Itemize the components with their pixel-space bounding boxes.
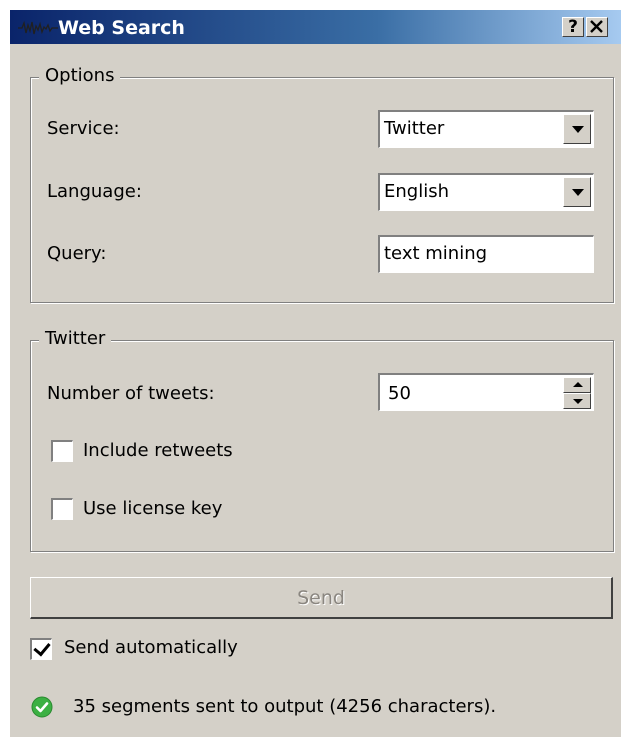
close-button[interactable] [586,17,608,37]
options-legend: Options [39,65,121,86]
service-dropdown-button[interactable] [563,114,591,144]
language-label: Language: [47,181,142,202]
send-automatically-checkbox[interactable] [30,638,52,660]
include-retweets-checkbox[interactable] [51,440,73,462]
close-icon [590,20,603,33]
tweets-label: Number of tweets: [47,383,215,404]
help-button[interactable]: ? [562,17,584,37]
check-circle-icon [31,696,53,718]
chevron-down-icon [572,189,584,196]
send-button[interactable]: Send [30,577,613,619]
checkmark-icon [33,638,51,657]
license-key-label[interactable]: Use license key [83,498,222,519]
spin-up-button[interactable] [563,377,591,393]
spin-down-button[interactable] [563,393,591,409]
service-label: Service: [47,118,120,139]
license-key-checkbox[interactable] [51,498,73,520]
language-select[interactable]: English [378,173,594,211]
options-group: Options Service: Twitter Language: Engli… [30,65,614,303]
window-title: Web Search [58,17,185,39]
query-label: Query: [47,243,107,264]
tweets-spin-buttons [563,377,591,409]
twitter-legend: Twitter [39,328,112,349]
service-value: Twitter [384,118,445,139]
query-value: text mining [384,243,488,264]
language-dropdown-button[interactable] [563,177,591,207]
query-input[interactable]: text mining [378,235,594,273]
twitter-group: Twitter Number of tweets: 50 Include ret… [30,328,614,552]
language-value: English [384,181,449,202]
chevron-down-icon [572,126,584,133]
title-bar[interactable]: Web Search ? [10,10,621,44]
status-message: 35 segments sent to output (4256 charact… [73,696,497,717]
chevron-up-icon [573,382,583,387]
send-automatically-label[interactable]: Send automatically [64,637,238,658]
tweets-spinbox[interactable]: 50 [378,373,594,411]
chevron-down-icon [573,399,583,404]
include-retweets-label[interactable]: Include retweets [83,440,233,461]
tweets-value: 50 [388,383,411,404]
service-select[interactable]: Twitter [378,110,594,148]
waveform-icon [18,20,58,35]
web-search-dialog: Web Search ? Options Service: Twitter La… [10,10,621,737]
